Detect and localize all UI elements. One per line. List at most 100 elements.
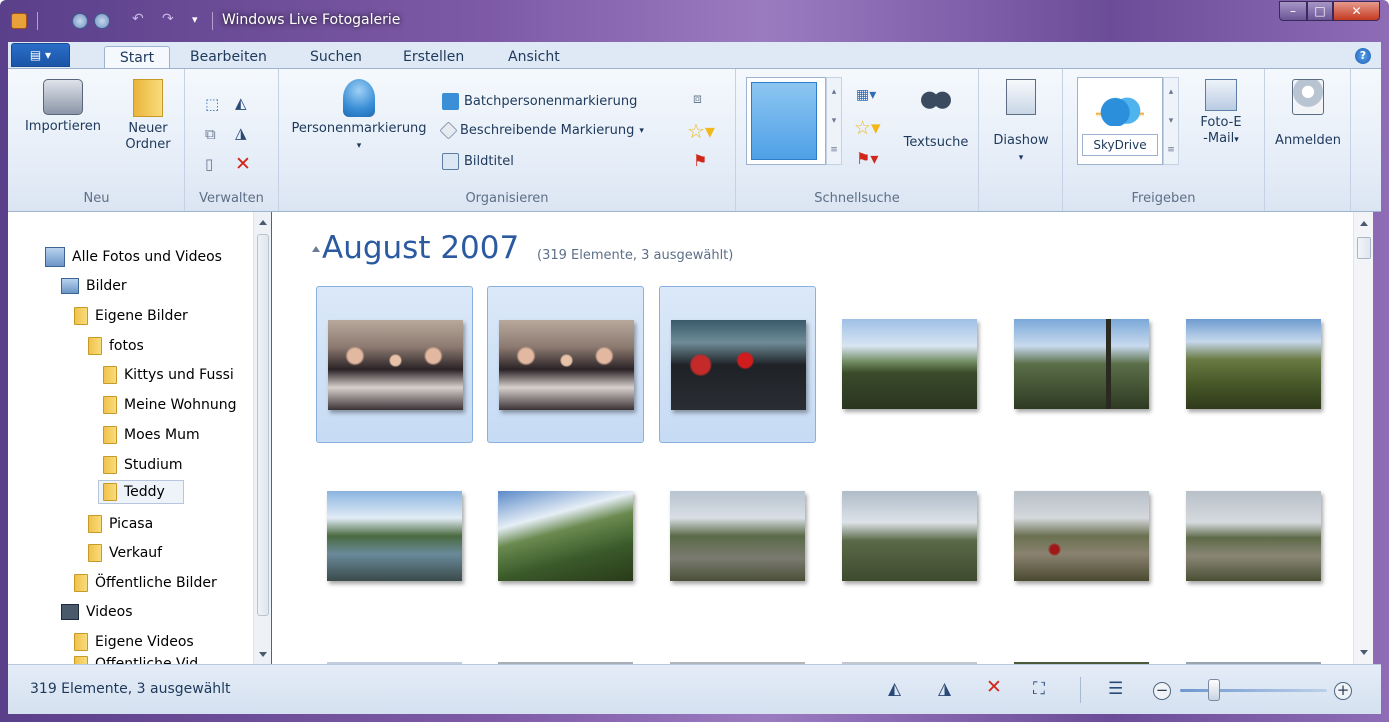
photo-tile[interactable] bbox=[1175, 286, 1332, 443]
rotate-left-icon[interactable]: ◭ bbox=[888, 679, 901, 699]
zoom-slider[interactable] bbox=[1180, 689, 1327, 692]
window-title: Windows Live Fotogalerie bbox=[222, 12, 401, 28]
paste-icon[interactable]: ▯ bbox=[205, 155, 213, 173]
photo-tile[interactable] bbox=[831, 286, 988, 443]
photo-tile[interactable] bbox=[1003, 286, 1160, 443]
redo-icon[interactable]: ↷ bbox=[162, 11, 178, 27]
tree-item-oeffentliche-bilder[interactable]: Öffentliche Bilder bbox=[74, 571, 217, 595]
tree-label: Eigene Videos bbox=[95, 634, 194, 650]
tree-label: Kittys und Fussi bbox=[124, 367, 234, 383]
app-icon[interactable] bbox=[11, 13, 27, 29]
tree-item-verkauf[interactable]: Verkauf bbox=[88, 541, 162, 565]
diashow-dropdown-icon[interactable]: ▾ bbox=[1019, 153, 1024, 163]
rotate-right-icon[interactable]: ◮ bbox=[938, 679, 951, 699]
app-menu-button[interactable]: ▤ ▾ bbox=[11, 43, 70, 67]
photo-tile[interactable] bbox=[316, 458, 473, 615]
help-icon[interactable]: ? bbox=[1355, 48, 1371, 64]
tree-item-eigene-videos[interactable]: Eigene Videos bbox=[74, 630, 194, 654]
scroll-down-icon[interactable] bbox=[258, 652, 267, 657]
group-organisieren: Personenmarkierung ▾ Batchpersonenmarkie… bbox=[279, 69, 736, 211]
tree-item-eigene-bilder[interactable]: Eigene Bilder bbox=[74, 304, 188, 328]
tree-item-teddy[interactable]: Teddy bbox=[103, 480, 165, 504]
quick-access-dropdown-icon[interactable]: ▾ bbox=[192, 13, 208, 29]
rotate-right-icon[interactable]: ◮ bbox=[235, 124, 247, 142]
photo-tile[interactable] bbox=[831, 458, 988, 615]
back-icon[interactable] bbox=[72, 13, 88, 29]
collapse-group-icon[interactable] bbox=[312, 246, 320, 252]
copy-icon[interactable]: ⧉ bbox=[205, 125, 216, 143]
group-anmelden: Anmelden bbox=[1265, 69, 1351, 211]
tree-item-kittys[interactable]: Kittys und Fussi bbox=[103, 363, 234, 387]
flag-icon[interactable]: ⚑ bbox=[693, 151, 707, 170]
tree-item-meine-wohnung[interactable]: Meine Wohnung bbox=[103, 393, 253, 417]
rotate-left-icon[interactable]: ◭ bbox=[235, 94, 247, 112]
minimize-button[interactable]: – bbox=[1279, 1, 1307, 21]
delete-icon[interactable]: ✕ bbox=[235, 153, 251, 175]
flag-filter-icon[interactable]: ⚑▾ bbox=[856, 149, 878, 168]
scroll-up-icon[interactable] bbox=[258, 220, 267, 225]
tree-item-videos[interactable]: Videos bbox=[61, 600, 133, 624]
gallery-scroll[interactable]: ▴ ▾ ≡ bbox=[826, 77, 842, 165]
photo-tile[interactable] bbox=[487, 286, 644, 443]
tab-bearbeiten[interactable]: Bearbeiten bbox=[190, 49, 267, 65]
tab-erstellen[interactable]: Erstellen bbox=[403, 49, 464, 65]
rating-filter-icon[interactable]: ☆▾ bbox=[854, 117, 881, 139]
details-view-icon[interactable]: ☰ bbox=[1108, 679, 1123, 699]
photo-tile[interactable] bbox=[487, 458, 644, 615]
skydrive-button[interactable]: SkyDrive bbox=[1077, 77, 1163, 165]
rating-star-icon[interactable]: ☆▾ bbox=[687, 119, 715, 143]
photo-thumbnail bbox=[842, 491, 977, 581]
group-schnellsuche: ▴ ▾ ≡ ▦▾ ☆▾ ⚑▾ Textsuche Schnellsuche bbox=[736, 69, 979, 211]
slideshow-icon[interactable]: ⛶ bbox=[1033, 679, 1045, 699]
zoom-out-icon[interactable]: − bbox=[1153, 682, 1171, 700]
photo-tile[interactable] bbox=[316, 286, 473, 443]
date-filter-icon[interactable]: ▦▾ bbox=[856, 87, 876, 103]
close-button[interactable]: ✕ bbox=[1333, 1, 1380, 21]
tree-item-alle-fotos[interactable]: Alle Fotos und Videos bbox=[45, 245, 222, 269]
tree-item-moes-mum[interactable]: Moes Mum bbox=[103, 423, 200, 447]
zoom-slider-thumb[interactable] bbox=[1207, 679, 1220, 701]
zoom-in-icon[interactable]: + bbox=[1334, 682, 1352, 700]
photo-tile[interactable] bbox=[659, 458, 816, 615]
importieren-button[interactable]: Importieren bbox=[20, 79, 106, 135]
scroll-up-icon[interactable] bbox=[1359, 221, 1368, 226]
tree-item-bilder[interactable]: Bilder bbox=[61, 274, 127, 298]
tree-item-studium[interactable]: Studium bbox=[103, 453, 183, 477]
select-all-icon[interactable]: ⬚ bbox=[205, 95, 219, 113]
foto-email-button[interactable]: Foto-E -Mail▾ bbox=[1183, 79, 1259, 148]
folder-icon bbox=[103, 483, 117, 501]
maximize-button[interactable]: □ bbox=[1307, 1, 1333, 21]
group-freigeben: SkyDrive ▴ ▾ ≡ Foto-E -Mail▾ Freigeben bbox=[1063, 69, 1265, 211]
tab-start[interactable]: Start bbox=[104, 46, 170, 69]
personen-dropdown-icon[interactable]: ▾ bbox=[357, 141, 362, 151]
textsuche-button[interactable]: Textsuche bbox=[896, 79, 976, 151]
bildtitel-button[interactable]: Bildtitel bbox=[442, 153, 514, 170]
anmelden-button[interactable]: Anmelden bbox=[1269, 79, 1347, 149]
geotag-icon[interactable]: ⧈ bbox=[693, 91, 702, 107]
photo-thumbnail bbox=[498, 491, 633, 581]
neuer-ordner-button[interactable]: Neuer Ordner bbox=[118, 79, 178, 153]
photo-tile[interactable] bbox=[1175, 458, 1332, 615]
nav-scroll-thumb[interactable] bbox=[257, 234, 269, 616]
share-gallery-scroll[interactable]: ▴ ▾ ≡ bbox=[1163, 77, 1179, 165]
delete-icon[interactable]: ✕ bbox=[986, 677, 1002, 697]
batch-personen-button[interactable]: Batchpersonenmarkierung bbox=[442, 93, 637, 110]
undo-icon[interactable]: ↶ bbox=[132, 11, 148, 27]
folder-icon bbox=[88, 544, 102, 562]
scroll-down-icon[interactable] bbox=[1359, 650, 1368, 655]
personenmarkierung-button[interactable]: Personenmarkierung ▾ bbox=[283, 79, 435, 154]
forward-icon[interactable] bbox=[94, 13, 110, 29]
tree-item-fotos[interactable]: fotos bbox=[88, 334, 144, 358]
tab-suchen[interactable]: Suchen bbox=[310, 49, 362, 65]
main-scroll-thumb[interactable] bbox=[1357, 237, 1371, 259]
photo-tile[interactable] bbox=[1003, 458, 1160, 615]
nav-scrollbar[interactable] bbox=[253, 212, 271, 664]
main-scrollbar[interactable] bbox=[1353, 212, 1373, 664]
folder-icon bbox=[88, 515, 102, 533]
photo-tile[interactable] bbox=[659, 286, 816, 443]
people-filter-gallery[interactable] bbox=[746, 77, 826, 165]
tree-item-picasa[interactable]: Picasa bbox=[88, 512, 153, 536]
beschreibende-markierung-button[interactable]: Beschreibende Markierung ▾ bbox=[439, 121, 644, 140]
tab-ansicht[interactable]: Ansicht bbox=[508, 49, 560, 65]
diashow-button[interactable]: Diashow ▾ bbox=[983, 79, 1059, 166]
